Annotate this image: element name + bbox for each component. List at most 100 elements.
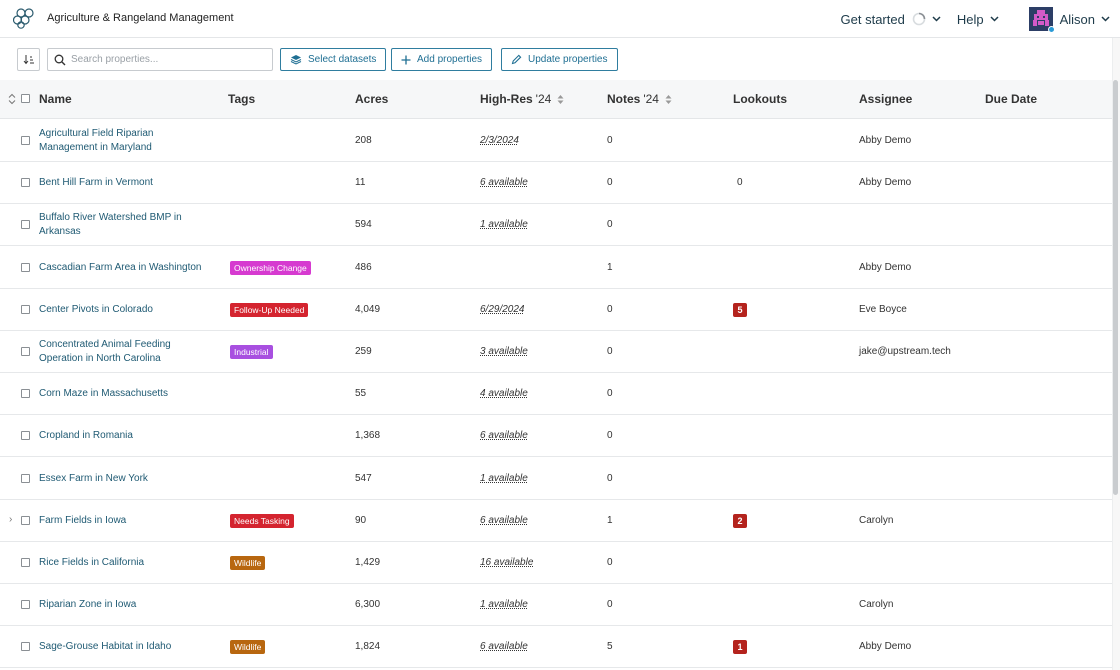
row-checkbox[interactable] [21,262,30,272]
row-checkbox[interactable] [21,347,30,356]
user-name: Alison [1059,11,1095,27]
loading-spinner-icon [912,12,926,26]
property-name-link[interactable]: Bent Hill Farm in Vermont [39,162,214,204]
table-row[interactable]: Essex Farm in New York 547 1 available 0 [0,458,1112,500]
user-menu[interactable]: Alison [1015,7,1110,33]
tag-badge[interactable]: Wildlife [230,556,266,570]
tag-badge[interactable]: Ownership Change [230,260,311,275]
avatar [1028,7,1055,33]
property-name-link[interactable]: Rice Fields in California [39,542,214,584]
table-row[interactable]: Rice Fields in California Wildlife 1,429 16… [0,542,1112,584]
column-header-tags[interactable]: Tags [228,92,255,106]
property-name-link[interactable]: Cascadian Farm Area in Washington [39,247,214,289]
column-due-date-label: Due Date [985,92,1038,106]
property-name-link[interactable]: Concentrated Animal Feeding Operation in… [39,331,214,373]
property-name-link[interactable]: Essex Farm in New York [39,458,214,500]
highres-cell[interactable]: 1 available [480,599,528,610]
table-row[interactable]: Buffalo River Watershed BMP in Arkansas 5… [0,204,1112,247]
row-checkbox[interactable] [21,558,30,567]
acres-cell: 547 [355,472,372,484]
get-started-menu[interactable]: Get started [841,12,941,27]
highres-cell[interactable]: 2/3/2024 [480,135,519,146]
tag-badge[interactable]: Follow-Up Needed [230,302,309,317]
tag-badge[interactable]: Wildlife [230,640,266,655]
highres-cell[interactable]: 6 available [480,515,528,526]
row-checkbox[interactable] [21,136,30,145]
highres-cell[interactable]: 16 available [480,557,533,568]
sort-button[interactable] [17,48,40,71]
column-header-due-date[interactable]: Due Date [985,92,1037,106]
search-input[interactable] [71,54,261,65]
column-header-assignee[interactable]: Assignee [859,92,912,106]
help-menu[interactable]: Help [957,12,999,27]
property-name-link[interactable]: Riparian Zone in Iowa [39,584,214,626]
table-row[interactable]: Riparian Zone in Iowa 6,300 1 available 0 Ca… [0,584,1112,627]
lookouts-count: 0 [737,177,743,189]
table-row[interactable]: Agricultural Field Riparian Management i… [0,120,1112,162]
property-name-link[interactable]: Agricultural Field Riparian Management i… [39,120,214,162]
highres-cell[interactable]: 6 available [480,641,528,652]
row-checkbox[interactable] [21,389,30,399]
table-row[interactable]: Cascadian Farm Area in Washington Ownersh… [0,247,1112,289]
table-row[interactable]: Sage-Grouse Habitat in Idaho Wildlife 1,82… [0,626,1112,669]
acres-cell: 486 [355,261,372,273]
row-checkbox[interactable] [21,220,30,230]
highres-cell[interactable]: 3 available [480,346,528,357]
acres-cell: 1,429 [355,557,381,568]
row-checkbox[interactable] [21,515,30,525]
property-name-link[interactable]: Cropland in Romania [39,415,214,457]
select-all-checkbox[interactable] [21,94,30,103]
property-name-link[interactable]: Center Pivots in Colorado [39,289,214,331]
highres-cell[interactable]: 1 available [480,473,528,484]
lookouts-badge[interactable]: 1 [733,640,747,655]
property-name-link[interactable]: Buffalo River Watershed BMP in Arkansas [39,204,214,246]
add-properties-button[interactable]: Add properties [391,48,493,71]
row-checkbox[interactable] [21,178,30,188]
highres-cell[interactable]: 4 available [480,388,528,399]
sort-icon [23,55,34,65]
tag-badge[interactable]: Industrial [230,345,273,359]
lookouts-badge[interactable]: 2 [733,513,747,528]
update-properties-button[interactable]: Update properties [501,48,618,71]
notes-cell: 0 [607,303,613,315]
expand-row-chevron-icon[interactable]: › [9,514,12,525]
scrollbar-thumb[interactable] [1113,80,1118,495]
select-datasets-button[interactable]: Select datasets [280,48,387,71]
lookouts-badge[interactable]: 5 [733,302,747,317]
column-header-lookouts[interactable]: Lookouts [733,92,787,106]
assignee-cell: Carolyn [859,514,894,526]
hexagon-cluster-icon[interactable] [13,8,37,29]
tag-badge[interactable]: Needs Tasking [230,513,294,528]
table-row[interactable]: Corn Maze in Massachusetts 55 4 available 0 [0,373,1112,416]
column-notes-label: Notes [607,92,641,106]
table-row[interactable]: › Farm Fields in Iowa Needs Tasking 90 6 ava… [0,500,1112,542]
property-name-link[interactable]: Corn Maze in Massachusetts [39,373,214,415]
acres-cell: 259 [355,346,372,357]
property-name-link[interactable]: Farm Fields in Iowa [39,500,214,542]
highres-cell[interactable]: 6 available [480,177,528,188]
column-header-notes[interactable]: Notes '24 [607,92,672,106]
row-checkbox[interactable] [21,304,30,314]
row-checkbox[interactable] [21,473,30,483]
table-row[interactable]: Cropland in Romania 1,368 6 available 0 [0,415,1112,458]
highres-cell[interactable]: 6 available [480,430,528,441]
column-header-acres[interactable]: Acres [355,92,388,106]
org-name[interactable]: Agriculture & Rangeland Management [47,12,234,24]
notes-cell: 0 [607,177,613,189]
column-header-highres[interactable]: High-Res '24 [480,92,564,106]
assignee-cell: Abby Demo [859,261,912,273]
table-row[interactable]: Concentrated Animal Feeding Operation in… [0,331,1112,373]
highres-cell[interactable]: 1 available [480,219,528,230]
sort-arrows-icon[interactable] [557,94,564,105]
column-header-name[interactable]: Name [39,92,72,106]
row-checkbox[interactable] [21,431,30,441]
sort-arrows-icon[interactable] [665,94,672,105]
sort-toggle-icon[interactable] [8,93,16,105]
highres-cell[interactable]: 6/29/2024 [480,304,525,315]
property-name-link[interactable]: Sage-Grouse Habitat in Idaho [39,626,214,668]
row-checkbox[interactable] [21,642,30,652]
table-row[interactable]: Bent Hill Farm in Vermont 11 6 available 0 0… [0,162,1112,205]
table-row[interactable]: Center Pivots in Colorado Follow-Up Neede… [0,289,1112,331]
layers-icon [290,55,302,65]
row-checkbox[interactable] [21,600,30,610]
